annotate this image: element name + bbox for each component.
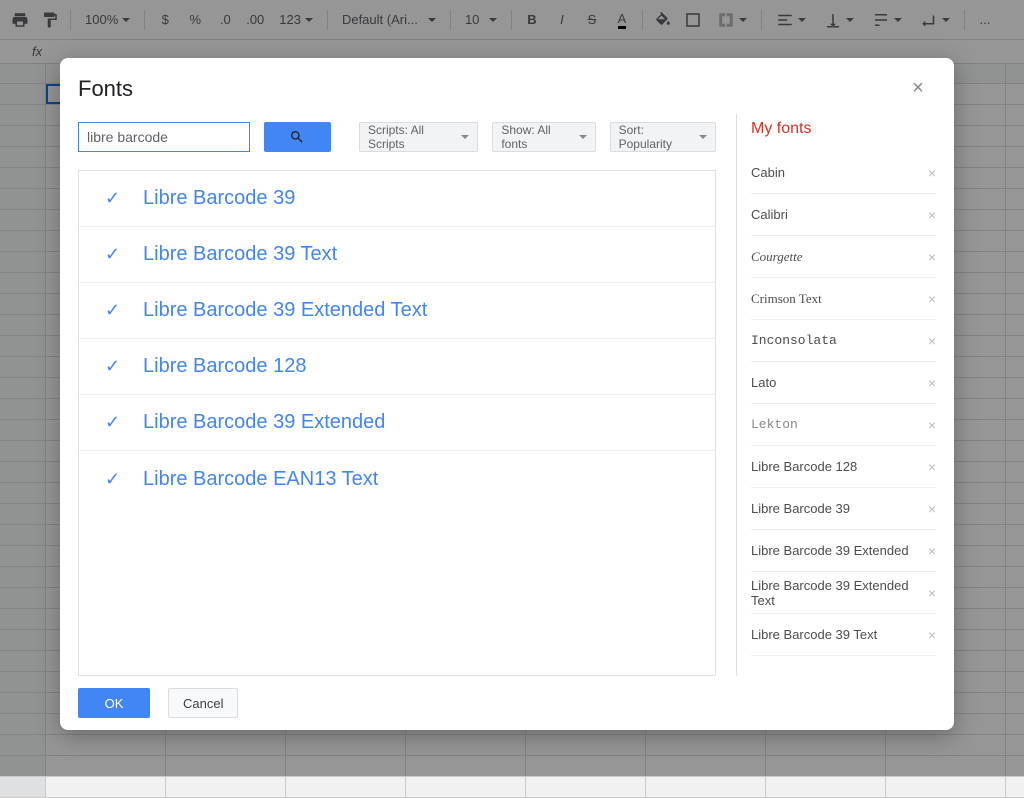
scripts-filter-dropdown[interactable]: Scripts: All Scripts	[359, 122, 478, 152]
check-icon: ✓	[105, 412, 123, 433]
remove-font-icon[interactable]: ×	[928, 543, 936, 559]
remove-font-icon[interactable]: ×	[928, 333, 936, 349]
check-icon: ✓	[105, 244, 123, 265]
my-font-item[interactable]: Libre Barcode 39 Text ×	[751, 614, 936, 656]
font-search-input[interactable]	[78, 122, 250, 152]
font-result-name: Libre Barcode 128	[143, 355, 306, 378]
remove-font-icon[interactable]: ×	[928, 375, 936, 391]
font-result-item[interactable]: ✓ Libre Barcode 39 Text	[79, 227, 715, 283]
my-font-name: Calibri	[751, 207, 788, 222]
close-icon[interactable]: ×	[906, 77, 930, 101]
search-button[interactable]	[264, 122, 331, 152]
my-font-name: Courgette	[751, 249, 803, 265]
font-result-name: Libre Barcode 39	[143, 187, 295, 210]
check-icon: ✓	[105, 300, 123, 321]
check-icon: ✓	[105, 469, 123, 490]
my-font-name: Inconsolata	[751, 333, 837, 348]
my-font-name: Lato	[751, 375, 776, 390]
remove-font-icon[interactable]: ×	[928, 207, 936, 223]
my-font-name: Libre Barcode 39	[751, 501, 850, 516]
remove-font-icon[interactable]: ×	[928, 165, 936, 181]
my-font-name: Libre Barcode 39 Extended Text	[751, 578, 928, 608]
my-font-item[interactable]: Calibri ×	[751, 194, 936, 236]
fonts-dialog: Fonts × Scripts: All Scripts Show: All f…	[60, 58, 954, 730]
remove-font-icon[interactable]: ×	[928, 417, 936, 433]
my-fonts-heading: My fonts	[751, 120, 936, 138]
my-font-item[interactable]: Inconsolata ×	[751, 320, 936, 362]
check-icon: ✓	[105, 188, 123, 209]
remove-font-icon[interactable]: ×	[928, 459, 936, 475]
my-font-name: Libre Barcode 128	[751, 459, 857, 474]
check-icon: ✓	[105, 356, 123, 377]
my-font-name: Libre Barcode 39 Extended	[751, 543, 909, 558]
font-result-item[interactable]: ✓ Libre Barcode 39 Extended Text	[79, 283, 715, 339]
sort-filter-dropdown[interactable]: Sort: Popularity	[610, 122, 716, 152]
my-font-item[interactable]: Lato ×	[751, 362, 936, 404]
remove-font-icon[interactable]: ×	[928, 585, 936, 601]
my-font-item[interactable]: Courgette ×	[751, 236, 936, 278]
my-font-item[interactable]: Lekton ×	[751, 404, 936, 446]
font-results-list: ✓Libre Barcode 39✓Libre Barcode 39 Text✓…	[78, 170, 716, 676]
dialog-title: Fonts	[78, 76, 906, 102]
remove-font-icon[interactable]: ×	[928, 291, 936, 307]
my-font-name: Crimson Text	[751, 291, 822, 307]
cancel-button[interactable]: Cancel	[168, 688, 238, 718]
remove-font-icon[interactable]: ×	[928, 249, 936, 265]
remove-font-icon[interactable]: ×	[928, 501, 936, 517]
my-font-item[interactable]: Libre Barcode 39 ×	[751, 488, 936, 530]
font-result-name: Libre Barcode EAN13 Text	[143, 468, 378, 491]
my-font-item[interactable]: Libre Barcode 39 Extended ×	[751, 530, 936, 572]
my-fonts-list: Cabin×Calibri×Courgette×Crimson Text×Inc…	[751, 152, 936, 656]
my-font-name: Lekton	[751, 417, 798, 432]
search-icon	[289, 129, 305, 145]
font-result-item[interactable]: ✓ Libre Barcode EAN13 Text	[79, 451, 715, 507]
my-font-name: Libre Barcode 39 Text	[751, 627, 877, 642]
font-result-item[interactable]: ✓ Libre Barcode 39	[79, 171, 715, 227]
ok-button[interactable]: OK	[78, 688, 150, 718]
font-result-name: Libre Barcode 39 Extended	[143, 411, 385, 434]
font-result-item[interactable]: ✓ Libre Barcode 39 Extended	[79, 395, 715, 451]
font-result-name: Libre Barcode 39 Extended Text	[143, 299, 427, 322]
my-font-item[interactable]: Cabin ×	[751, 152, 936, 194]
my-font-item[interactable]: Libre Barcode 39 Extended Text×	[751, 572, 936, 614]
remove-font-icon[interactable]: ×	[928, 627, 936, 643]
my-font-item[interactable]: Crimson Text ×	[751, 278, 936, 320]
my-font-item[interactable]: Libre Barcode 128 ×	[751, 446, 936, 488]
my-font-name: Cabin	[751, 165, 785, 180]
font-result-item[interactable]: ✓ Libre Barcode 128	[79, 339, 715, 395]
show-filter-dropdown[interactable]: Show: All fonts	[492, 122, 595, 152]
font-result-name: Libre Barcode 39 Text	[143, 243, 337, 266]
